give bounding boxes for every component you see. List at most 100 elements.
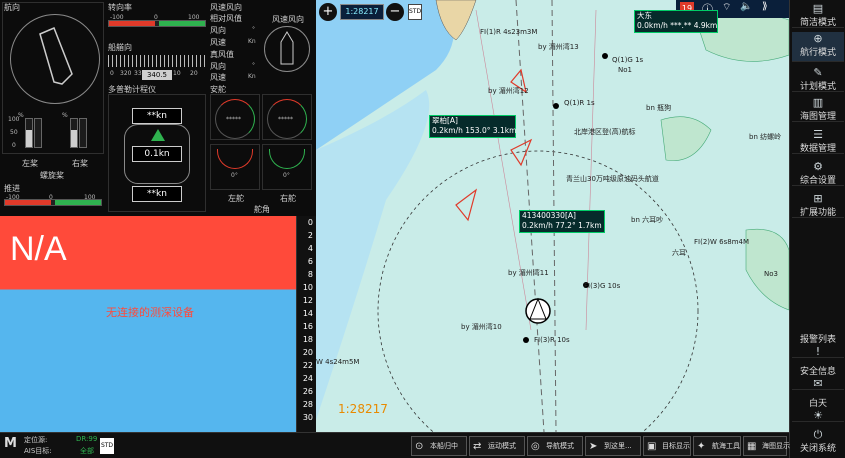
thrust-label: 推进 — [4, 184, 20, 193]
sidebar-label: 计划模式 — [799, 82, 836, 92]
depth-tick: 24 — [302, 374, 313, 383]
extension-button[interactable]: ⊞ 扩展功能 — [792, 192, 844, 218]
nav-tools-icon: ✦ — [697, 441, 706, 452]
thrust-tick-4: 100 — [84, 194, 96, 201]
rudder-stbd-label: 右舵 — [280, 194, 296, 203]
alarm-list-button[interactable]: 报警列表! — [792, 332, 844, 358]
rudder-stbd-arc — [269, 149, 305, 169]
doppler-value-top: **kn — [132, 108, 182, 124]
depth-tick: 22 — [302, 361, 313, 370]
chart-label: No3 — [764, 270, 778, 278]
depth-tick: 18 — [302, 335, 313, 344]
sidebar-label: 关闭系统 — [799, 444, 836, 454]
depth-sounder: N/A 无连接的测深设备 — [0, 216, 316, 432]
port-prop-label: 左桨 — [22, 159, 38, 168]
wind-label-1: 相对风值 — [210, 14, 242, 23]
depth-tick: 26 — [302, 387, 313, 396]
chart-scale-label: 1:28217 — [338, 402, 388, 416]
motion-mode-icon: ⇄ — [473, 441, 482, 452]
rudder-port-lower — [210, 144, 260, 190]
nav-mode-icon: ◎ — [531, 441, 540, 452]
simple-mode-icon: ▤ — [812, 2, 824, 15]
sidebar-label: 报警列表 — [799, 335, 836, 345]
ship-outline-icon — [39, 27, 73, 85]
nav-tools-button[interactable]: ✦ 航海工具 — [693, 436, 741, 456]
chart-label: FI(1)R 4s23m3M — [480, 28, 538, 36]
depth-tick: 12 — [302, 296, 313, 305]
depth-tick: 0 — [307, 218, 313, 227]
chart-label: FI(3)G 10s — [584, 282, 621, 290]
target-tag-413400330[interactable]: 413400330[A] 0.2km/h 77.2° 1.7km — [519, 210, 605, 233]
sidebar-label: 综合设置 — [799, 176, 836, 186]
nautical-chart[interactable]: + 1:28217 − STD 19 ⓘ ⌔ 🔈 ⟫ 翠柏[A] 0.2km/h… — [316, 0, 789, 432]
day-mode-button[interactable]: 白天 ☀ — [792, 396, 844, 422]
wind-label-4: 真风值 — [210, 50, 234, 59]
chart-label: by 湄州湾10 — [461, 323, 502, 331]
zoom-out-button[interactable]: − — [386, 3, 404, 21]
target-display-button[interactable]: ▣ 目标显示 — [643, 436, 691, 456]
prop-label: 螺旋桨 — [40, 171, 64, 180]
target-tag-cuibai[interactable]: 翠柏[A] 0.2km/h 153.0° 3.1km — [429, 115, 516, 138]
target-tag-dadong[interactable]: 大东 0.0km/h ***.** 4.9km — [634, 10, 718, 33]
chart-label: No1 — [618, 66, 632, 74]
sidebar-label: 数据管理 — [799, 144, 836, 154]
safety-info-button[interactable]: 安全信息 ✉ — [792, 364, 844, 390]
rot-bar — [108, 20, 206, 27]
chart-management-button[interactable]: ▥ 海图管理 — [792, 96, 844, 122]
std-button[interactable]: STD — [100, 438, 114, 454]
wifi-icon: ⌔ — [722, 2, 732, 13]
zoom-in-button[interactable]: + — [319, 3, 337, 21]
extension-icon: ⊞ — [813, 192, 823, 205]
navigation-mode-button[interactable]: ⊕ 航行模式 — [792, 32, 844, 62]
chart-label: 北岸港区登(高)航标 — [574, 128, 636, 136]
rudder-port-value: 0° — [231, 172, 238, 179]
chart-label: FI(3)R 10s — [534, 336, 570, 344]
simple-mode-button[interactable]: ▤ 简洁模式 — [792, 2, 844, 28]
button-label: 航海工具 — [712, 442, 740, 450]
right-sidebar: ▤ 简洁模式 ⊕ 航行模式 ✎ 计划模式 ▥ 海图管理 ☰ 数据管理 ⚙ 综合设置 ⊞ 扩展功… — [789, 0, 845, 458]
alarm-list-icon: ! — [815, 345, 821, 358]
depth-tick: 10 — [302, 283, 313, 292]
more-icon[interactable]: ⟫ — [762, 1, 768, 12]
motion-mode-button[interactable]: ⇄ 运动模式 — [469, 436, 525, 456]
volume-icon[interactable]: 🔈 — [740, 1, 752, 12]
depth-message: 无连接的测深设备 — [106, 306, 194, 319]
heading-tick-0: 0 — [110, 70, 114, 77]
rudder-stbd-lower — [262, 144, 312, 190]
power-off-button[interactable]: ⏻ 关闭系统 — [792, 428, 844, 456]
chart-label: W 4s24m5M — [316, 358, 360, 366]
center-ship-button[interactable]: ⊙ 本船归中 — [411, 436, 467, 456]
rot-tick-4: 100 — [188, 14, 200, 21]
thrust-tick-0: -100 — [6, 194, 20, 201]
chart-label: 六耳 — [672, 249, 686, 257]
data-management-button[interactable]: ☰ 数据管理 — [792, 128, 844, 154]
ais-target-label: AIS目标: — [24, 447, 52, 455]
chart-display-button[interactable]: ▦ 海图显示 — [743, 436, 790, 456]
plan-mode-icon: ✎ — [813, 66, 823, 79]
depth-tick: 28 — [302, 400, 313, 409]
std-view-button[interactable]: STD — [408, 4, 422, 20]
wind-dial — [264, 26, 310, 72]
rudder-angle-label: 舵角 — [254, 205, 270, 214]
instrument-panel: 航向 100 50 0 % % 左桨 右桨 螺旋桨 推进 -100 0 100 … — [0, 0, 316, 216]
chart-label: by 湄州湾11 — [508, 269, 549, 277]
prop-pct-1: % — [18, 112, 24, 119]
wind-unit-0: ° — [252, 26, 255, 33]
depth-tick: 30 — [302, 413, 313, 422]
settings-button[interactable]: ⚙ 综合设置 — [792, 160, 844, 186]
zoom-scale-display[interactable]: 1:28217 — [340, 4, 384, 20]
rudder-stbd-top-value: ***** — [278, 116, 293, 123]
chart-display-icon: ▦ — [747, 441, 757, 452]
sidebar-label: 安全信息 — [799, 367, 836, 377]
plan-mode-button[interactable]: ✎ 计划模式 — [792, 66, 844, 92]
sidebar-label: 简洁模式 — [799, 18, 836, 28]
stbd-prop-label: 右桨 — [72, 159, 88, 168]
depth-value: N/A — [10, 230, 67, 268]
heading-label: 航向 — [4, 3, 20, 12]
nav-mode-button[interactable]: ◎ 导航模式 — [527, 436, 583, 456]
chart-label: 青兰山30万吨级原油码头航道 — [566, 175, 659, 183]
prop-scale-0: 0 — [12, 142, 16, 149]
goto-button[interactable]: ➤ 到这里... — [585, 436, 641, 456]
rudder-stbd-value: 0° — [283, 172, 290, 179]
heading-tick-5: 20 — [190, 70, 198, 77]
